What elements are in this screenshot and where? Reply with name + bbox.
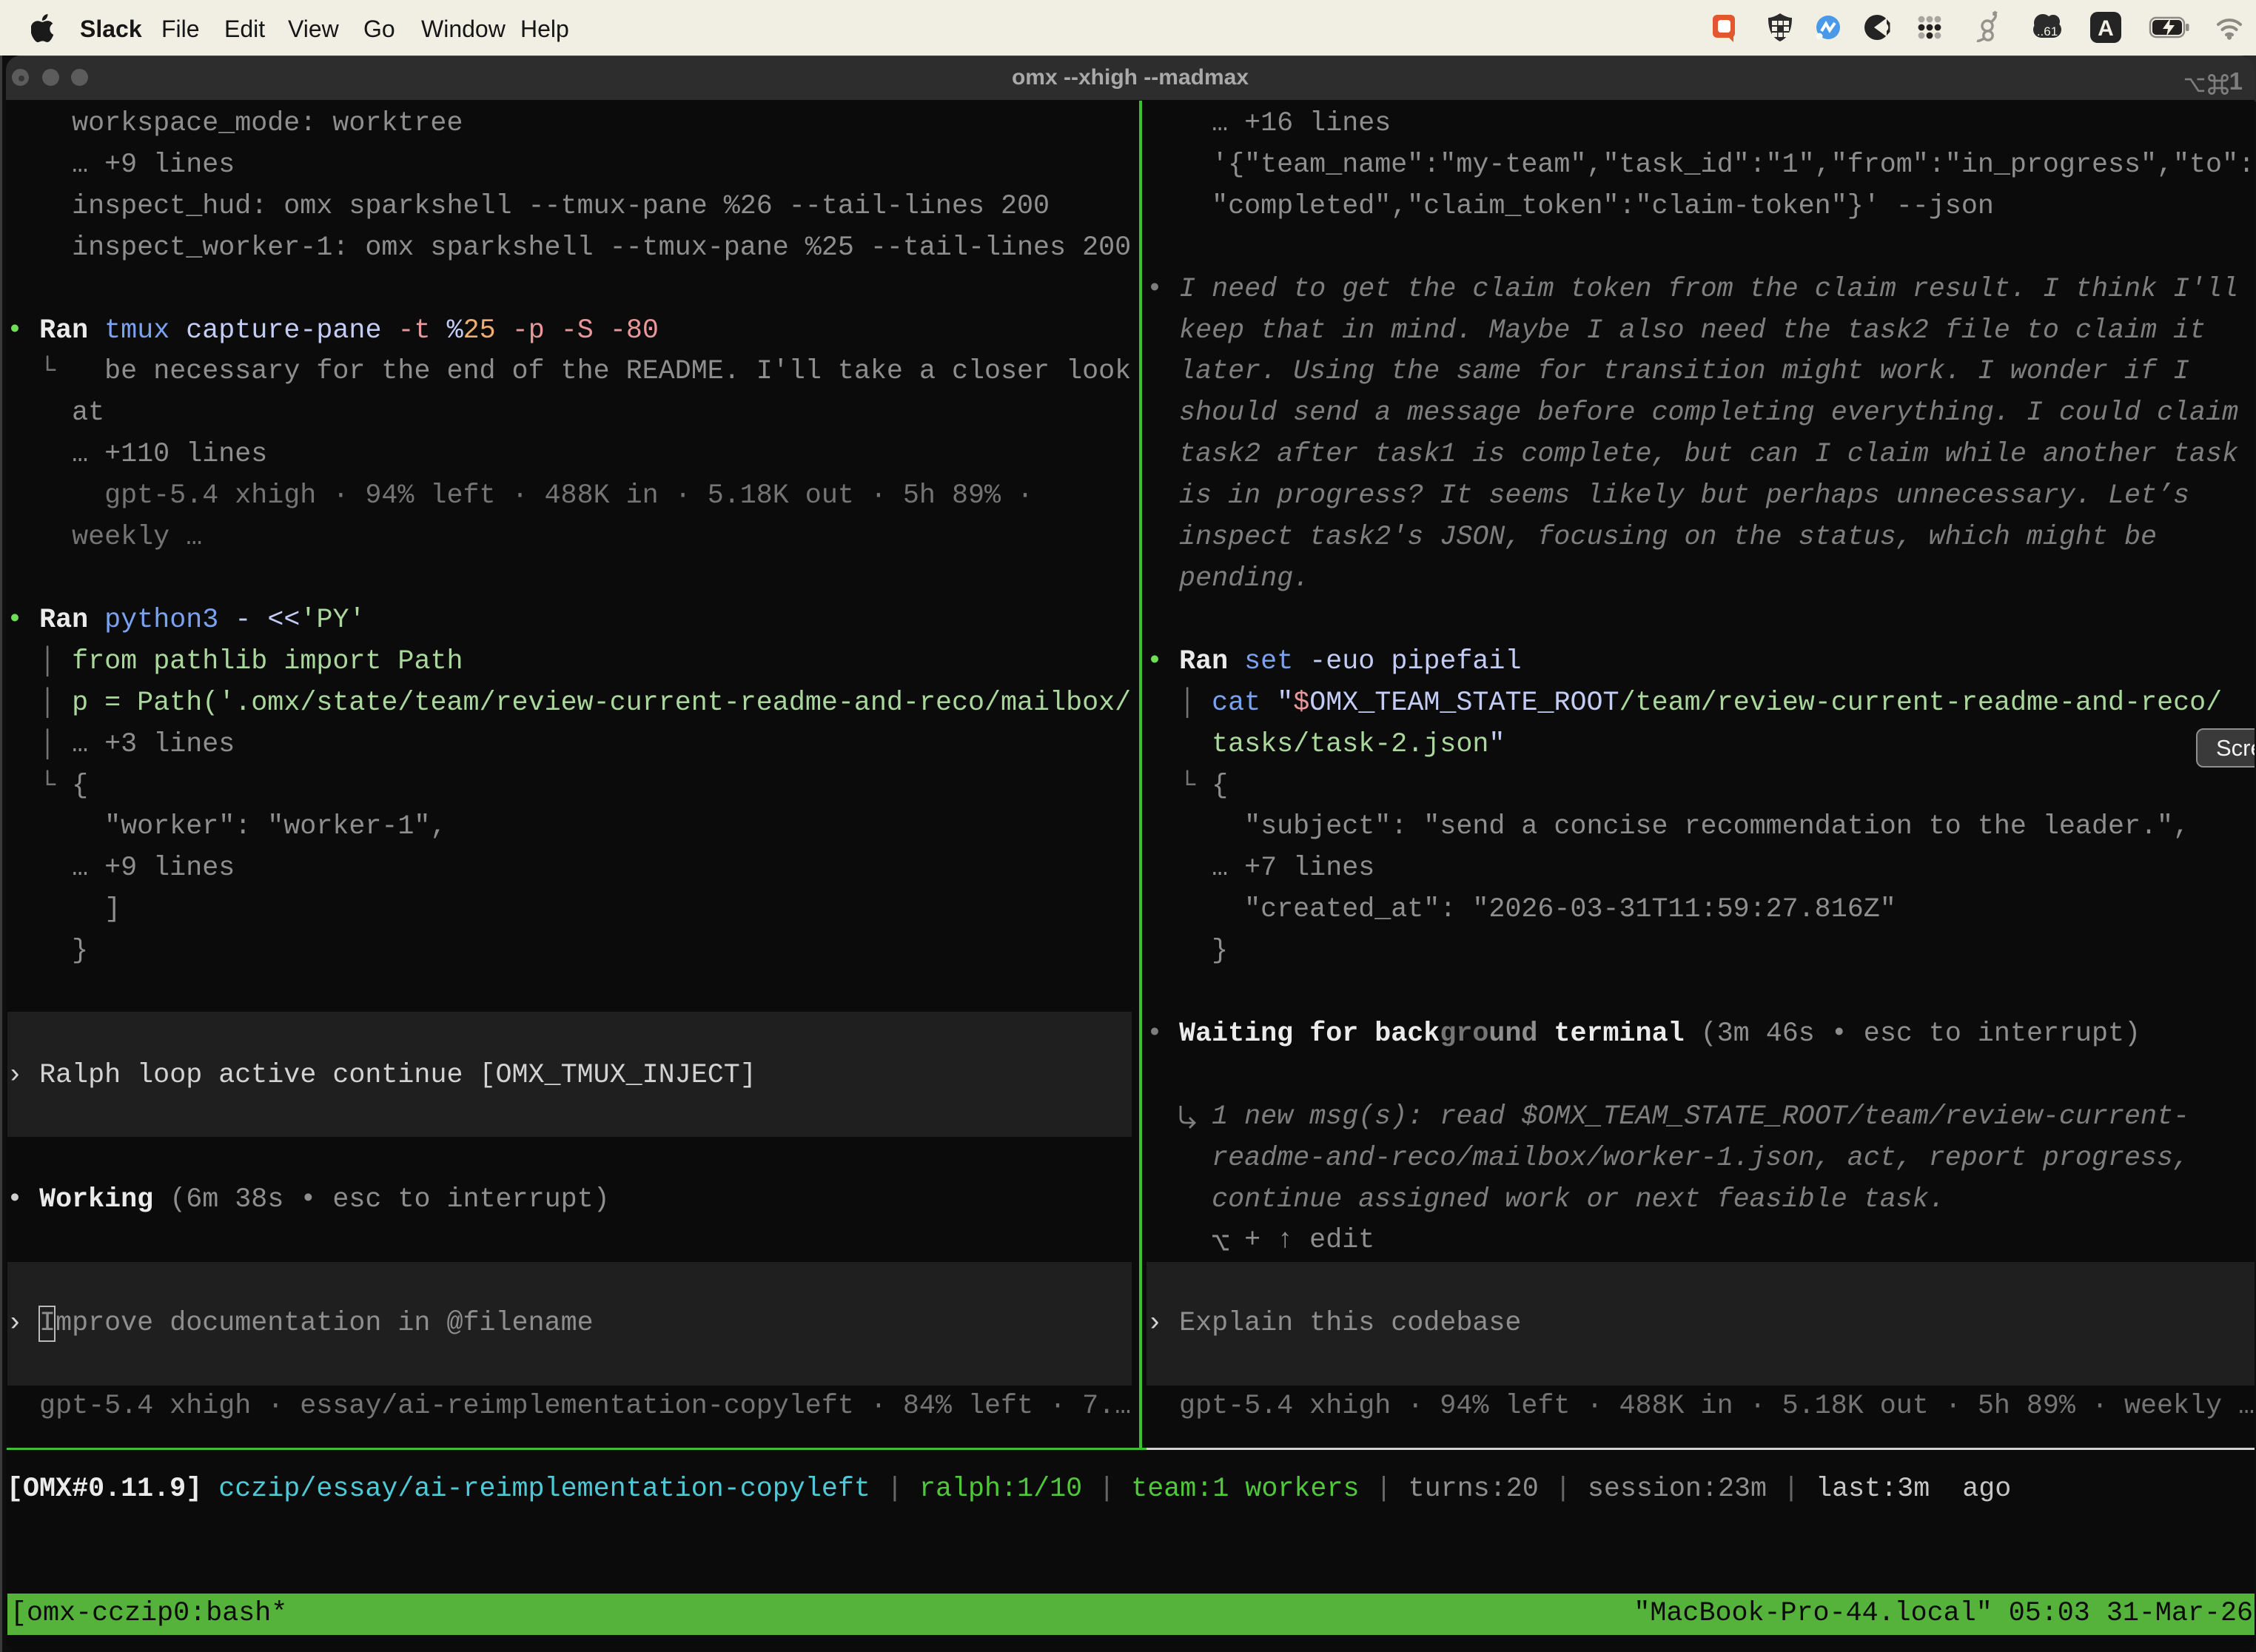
svg-text:..61: ..61 <box>2037 24 2058 38</box>
svg-text:A: A <box>2098 16 2114 41</box>
